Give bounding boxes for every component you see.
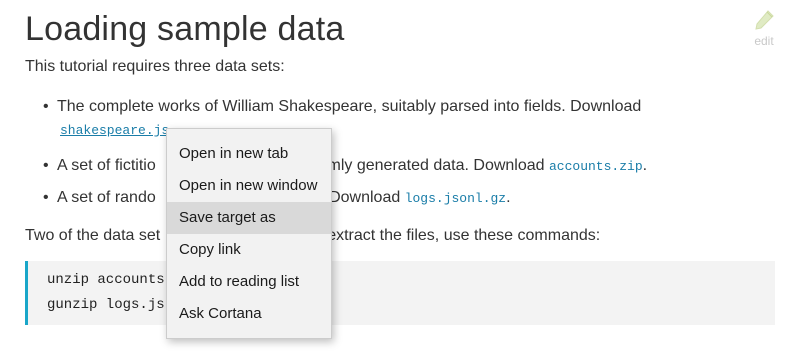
edit-link[interactable]: edit — [746, 8, 782, 54]
menu-item-ask-cortana[interactable]: Ask Cortana — [167, 298, 331, 330]
shakespeare-json-link[interactable]: shakespeare.js — [60, 123, 169, 138]
list-item-text-before: A set of rando — [57, 189, 156, 206]
code-line-1: unzip accounts — [47, 272, 165, 288]
code-line-2: gunzip logs.js — [47, 297, 165, 313]
pencil-icon — [746, 8, 782, 36]
menu-item-add-to-reading-list[interactable]: Add to reading list — [167, 266, 331, 298]
menu-item-open-new-window[interactable]: Open in new window — [167, 170, 331, 202]
list-item-trailing: . — [506, 189, 511, 206]
list-item-text: The complete works of William Shakespear… — [57, 98, 642, 115]
list-item: • A set of rando . Download logs.jsonl.g… — [43, 185, 743, 212]
logs-jsonl-gz-link[interactable]: logs.jsonl.gz — [405, 191, 506, 206]
context-menu: Open in new tab Open in new window Save … — [166, 128, 332, 339]
paragraph-text-before: Two of the data set — [25, 227, 161, 244]
accounts-zip-link[interactable]: accounts.zip — [549, 159, 643, 174]
list-item-trailing: . — [642, 157, 648, 174]
intro-text: This tutorial requires three data sets: — [25, 58, 285, 75]
menu-item-copy-link[interactable]: Copy link — [167, 234, 331, 266]
bullet-dot: • — [43, 157, 49, 174]
list-item: • The complete works of William Shakespe… — [43, 94, 743, 120]
list-item-text-after: . Download — [320, 189, 401, 206]
code-block: unzip accounts gunzip logs.js — [25, 261, 775, 325]
list-item: • A set of fictitio omly generated data.… — [43, 153, 743, 180]
paragraph-text-after: extract the files, use these commands: — [327, 227, 601, 244]
bullet-dot: • — [43, 98, 49, 115]
bullet-dot: • — [43, 189, 49, 206]
list-item-text-before: A set of fictitio — [57, 157, 156, 174]
edit-label: edit — [754, 34, 774, 48]
list-item-text-after: omly generated data. Download — [318, 157, 545, 174]
page-title: Loading sample data — [25, 10, 345, 48]
menu-item-save-target-as[interactable]: Save target as — [167, 202, 331, 234]
menu-item-open-new-tab[interactable]: Open in new tab — [167, 138, 331, 170]
